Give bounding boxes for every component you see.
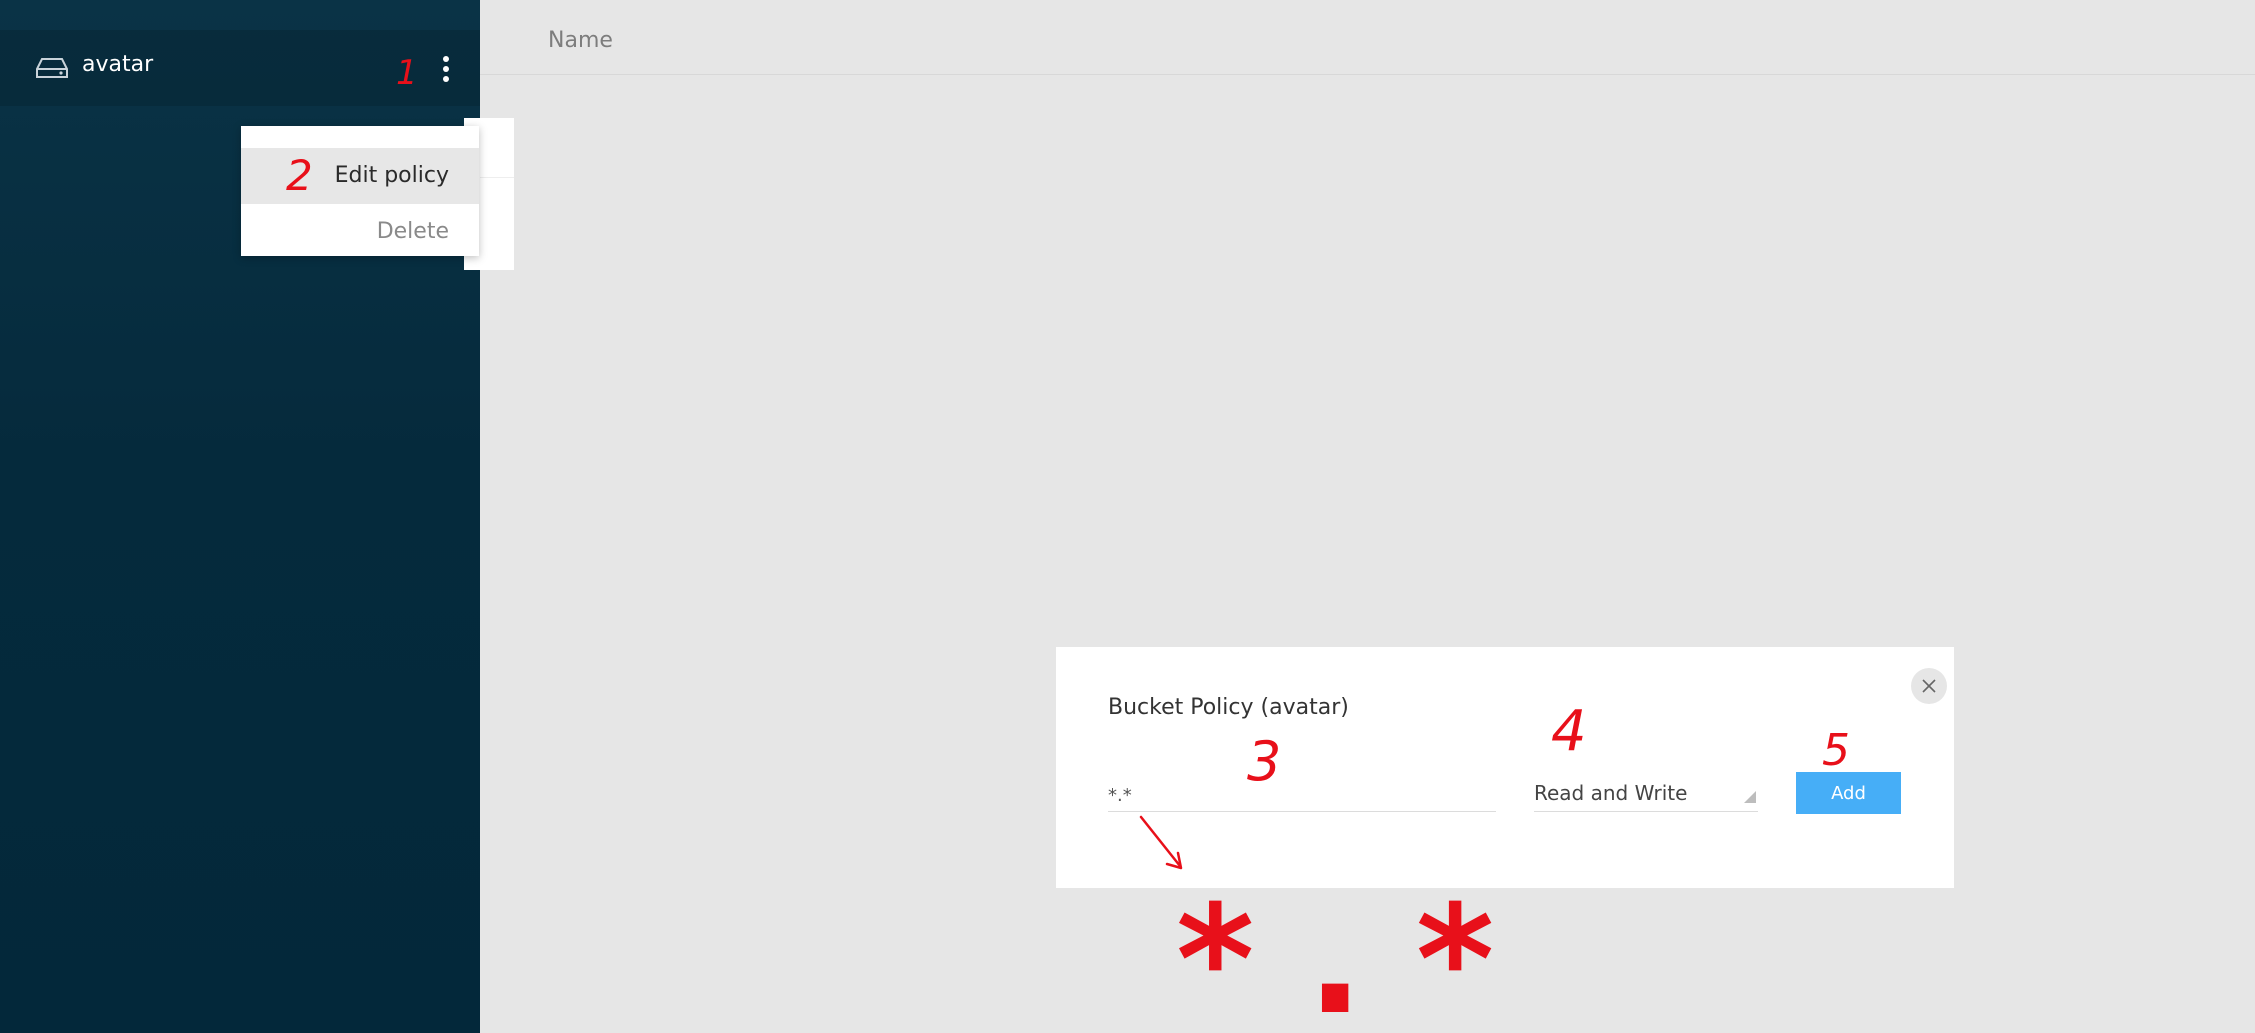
divider [480, 177, 514, 178]
prefix-input[interactable] [1108, 779, 1496, 812]
bucket-name: avatar [82, 52, 154, 77]
kebab-menu-icon[interactable] [430, 52, 462, 86]
add-button[interactable]: Add [1796, 772, 1901, 814]
bucket-policy-modal: Bucket Policy (avatar) Read and Write Ad… [1056, 647, 1954, 888]
policy-select-value: Read and Write [1534, 781, 1688, 805]
drive-icon [36, 58, 68, 78]
modal-title: Bucket Policy (avatar) [1108, 695, 1349, 720]
column-header-name[interactable]: Name [548, 28, 613, 53]
edit-policy-menu-item[interactable]: Edit policy [241, 148, 479, 204]
header-divider [480, 74, 2255, 75]
policy-select[interactable]: Read and Write [1534, 779, 1758, 812]
caret-icon [1744, 791, 1756, 803]
annotation-hint: * . * [1176, 874, 1494, 1033]
bucket-context-menu: Edit policy Delete [241, 126, 479, 256]
close-icon[interactable] [1911, 668, 1947, 704]
delete-menu-item[interactable]: Delete [241, 204, 479, 260]
sidebar-item-bucket[interactable]: avatar [0, 30, 480, 106]
